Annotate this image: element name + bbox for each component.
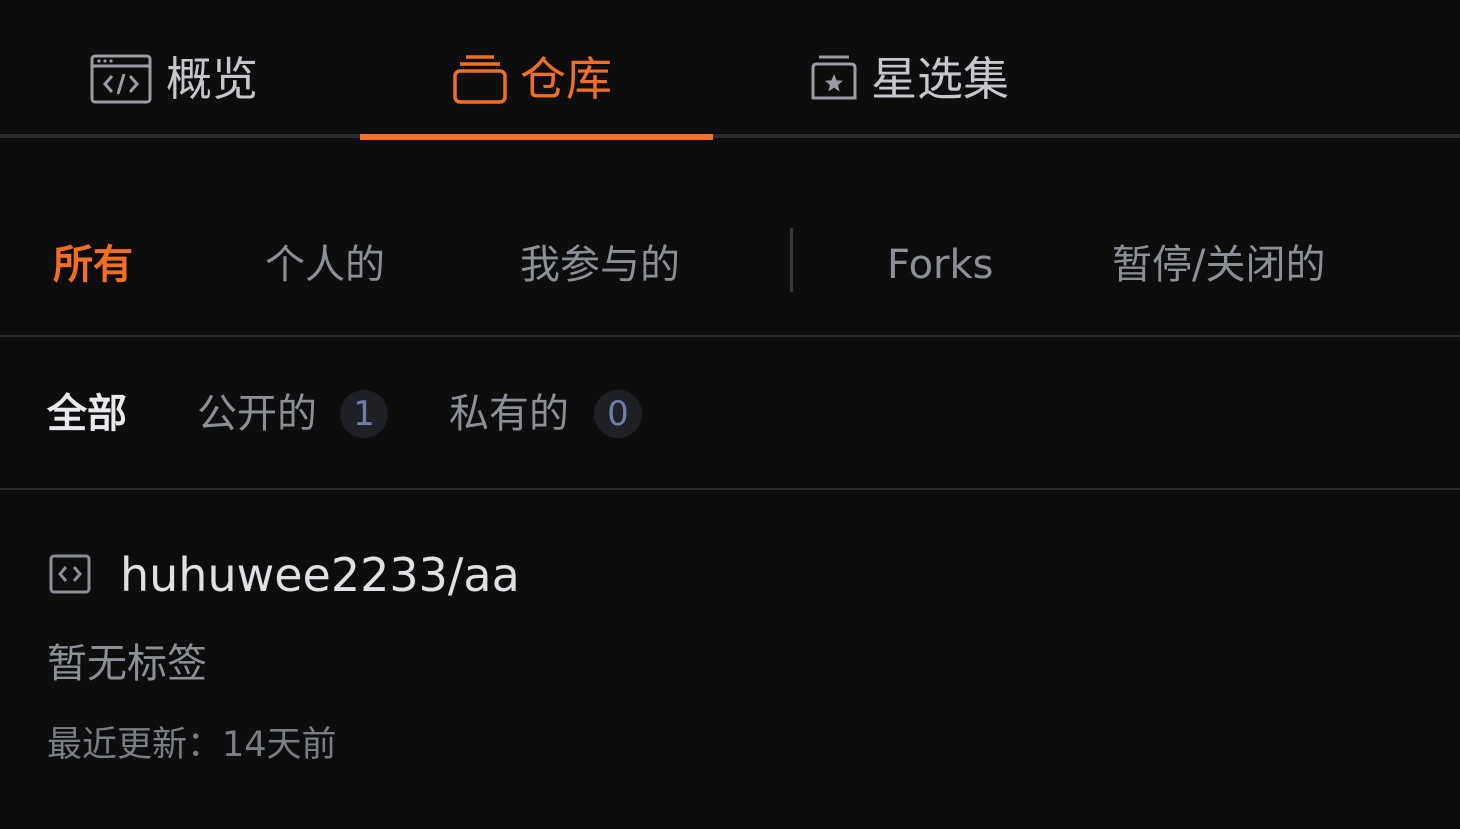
filter-separator <box>790 228 793 292</box>
tab-star-collections-label: 星选集 <box>871 52 1009 106</box>
tab-overview-label: 概览 <box>166 52 258 106</box>
code-repo-icon <box>49 554 91 594</box>
filter-personal[interactable]: 个人的 <box>265 237 385 293</box>
filter-paused-closed[interactable]: 暂停/关闭的 <box>1112 237 1325 293</box>
active-tab-underline <box>360 134 713 140</box>
tab-star-collections[interactable]: 星选集 <box>713 0 1073 141</box>
visibility-all[interactable]: 全部 <box>47 386 127 442</box>
filter-all[interactable]: 所有 <box>53 237 133 293</box>
tab-overview[interactable]: 概览 <box>0 0 360 141</box>
code-window-icon <box>90 54 152 108</box>
tab-repositories[interactable]: 仓库 <box>360 0 713 141</box>
tab-repositories-label: 仓库 <box>520 52 612 106</box>
visibility-divider <box>0 488 1460 490</box>
repo-filter-bar: 所有 个人的 我参与的 Forks 暂停/关闭的 <box>0 141 1460 337</box>
repo-last-updated: 最近更新：14天前 <box>47 725 337 765</box>
repository-icon <box>452 54 508 108</box>
repo-name-link[interactable]: huhuwee2233/aa <box>120 545 520 605</box>
private-count-badge: 0 <box>594 390 642 438</box>
public-count-badge: 1 <box>340 390 388 438</box>
visibility-private[interactable]: 私有的 <box>449 386 569 442</box>
visibility-public[interactable]: 公开的 <box>197 386 317 442</box>
repo-tags: 暂无标签 <box>47 641 207 687</box>
top-tab-bar: 概览 仓库 星选集 <box>0 0 1460 141</box>
star-collection-icon <box>809 54 859 106</box>
filter-forks[interactable]: Forks <box>887 237 994 293</box>
filter-divider <box>0 335 1460 337</box>
filter-participated[interactable]: 我参与的 <box>520 237 680 293</box>
